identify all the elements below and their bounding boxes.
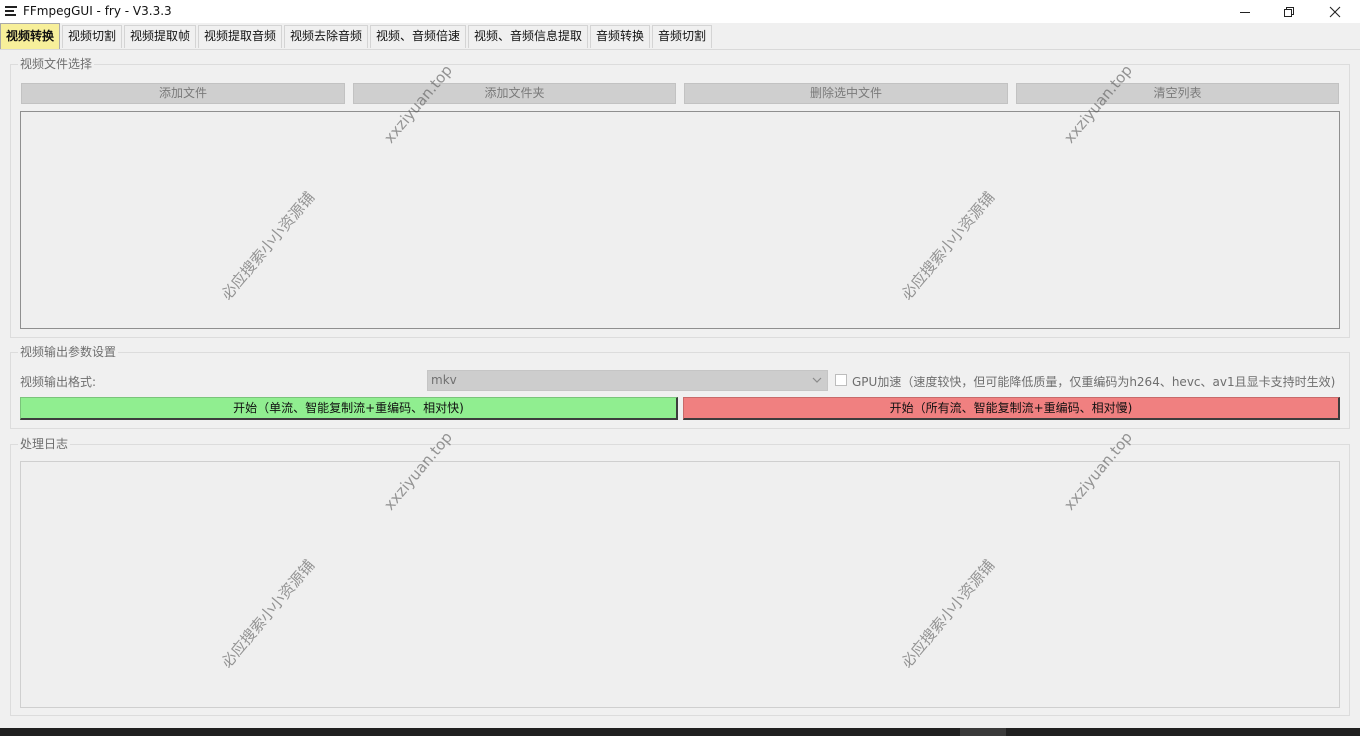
close-button[interactable]	[1312, 0, 1358, 23]
tab-video-cut[interactable]: 视频切割	[62, 25, 122, 48]
hamburger-menu-icon[interactable]	[5, 6, 17, 16]
output-format-value: mkv	[431, 373, 457, 387]
add-file-button[interactable]: 添加文件	[21, 83, 345, 104]
tab-video-remove-audio[interactable]: 视频去除音频	[284, 25, 368, 48]
taskbar	[0, 728, 1360, 736]
tab-info-extract[interactable]: 视频、音频信息提取	[468, 25, 588, 48]
tab-audio-cut[interactable]: 音频切割	[652, 25, 712, 48]
gpu-label: GPU加速（速度较快，但可能降低质量，仅重编码为h264、hevc、av1且显卡…	[852, 375, 1336, 389]
taskbar-item[interactable]	[960, 728, 1006, 736]
start-all-streams-button[interactable]: 开始（所有流、智能复制流+重编码、相对慢)	[683, 397, 1340, 420]
output-format-select[interactable]: mkv	[427, 370, 828, 391]
tab-video-convert[interactable]: 视频转换	[0, 23, 60, 49]
file-list[interactable]	[20, 111, 1340, 329]
close-icon	[1329, 6, 1341, 17]
restore-icon	[1284, 6, 1294, 17]
gpu-checkbox[interactable]	[835, 374, 847, 386]
log-title: 处理日志	[18, 437, 71, 451]
tab-video-extract-audio[interactable]: 视频提取音频	[198, 25, 282, 48]
tab-bar: 视频转换 视频切割 视频提取帧 视频提取音频 视频去除音频 视频、音频倍速 视频…	[0, 23, 1360, 50]
tab-audio-convert[interactable]: 音频转换	[590, 25, 650, 48]
tab-speed[interactable]: 视频、音频倍速	[370, 25, 466, 48]
clear-list-button[interactable]: 清空列表	[1016, 83, 1339, 104]
start-single-stream-button[interactable]: 开始（单流、智能复制流+重编码、相对快)	[20, 397, 678, 420]
minimize-icon	[1240, 11, 1250, 13]
window-title: FFmpegGUI - fry - V3.3.3	[23, 4, 172, 18]
output-format-label: 视频输出格式:	[20, 375, 97, 389]
add-folder-button[interactable]: 添加文件夹	[353, 83, 676, 104]
minimize-button[interactable]	[1222, 0, 1268, 23]
tab-video-extract-frames[interactable]: 视频提取帧	[124, 25, 196, 48]
delete-selected-button[interactable]: 删除选中文件	[684, 83, 1008, 104]
log-output[interactable]	[20, 461, 1340, 708]
file-selection-title: 视频文件选择	[18, 57, 95, 71]
output-settings-title: 视频输出参数设置	[18, 345, 119, 359]
chevron-down-icon	[812, 377, 822, 383]
restore-button[interactable]	[1266, 0, 1312, 23]
title-bar: FFmpegGUI - fry - V3.3.3	[0, 0, 1360, 23]
